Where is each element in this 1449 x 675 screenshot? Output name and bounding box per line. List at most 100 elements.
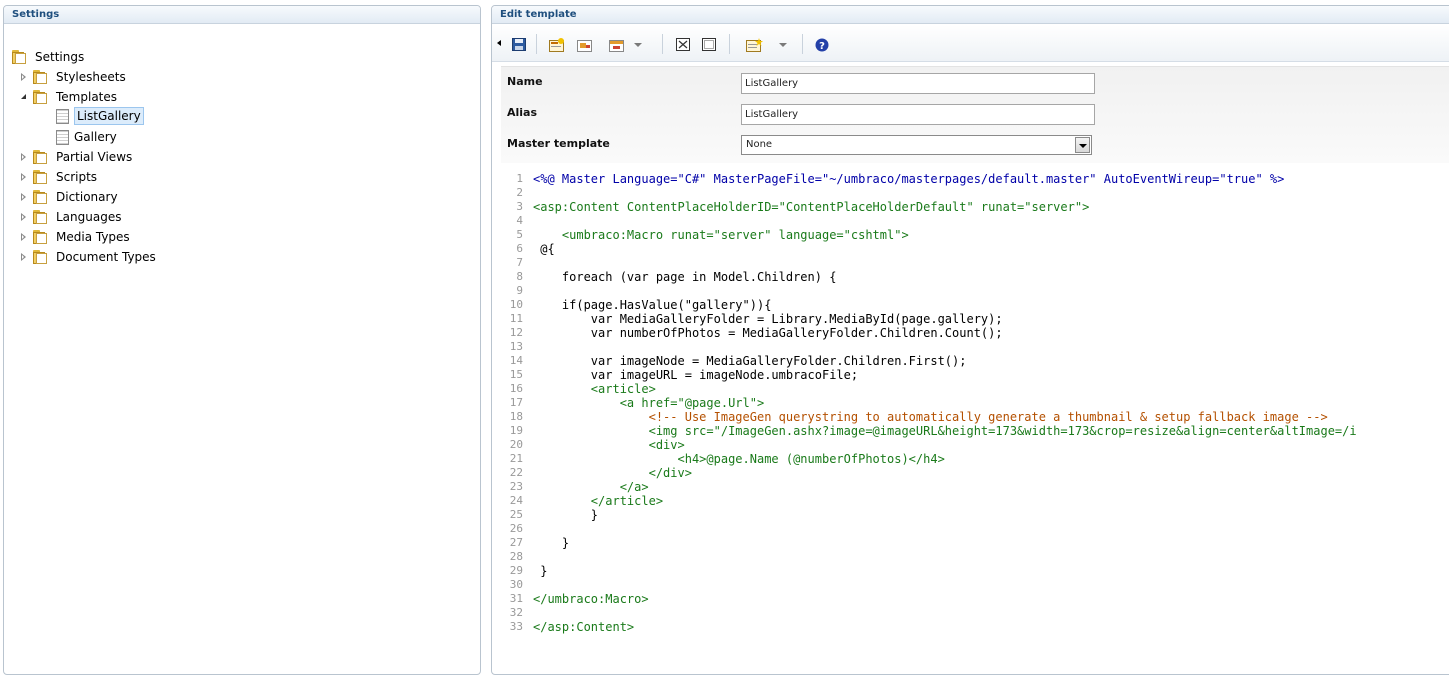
line-number: 22 (509, 466, 523, 479)
code-text: } (533, 536, 570, 550)
insert-snippet-icon[interactable] (746, 38, 763, 52)
editor-toolbar: ? (492, 25, 1449, 62)
code-text: <asp:Content ContentPlaceHolderID="Conte… (533, 200, 1090, 214)
save-icon[interactable] (512, 38, 526, 51)
collapse-arrow-icon[interactable] (21, 233, 26, 241)
chevron-down-icon[interactable] (1075, 137, 1090, 153)
settings-panel-title: Settings (4, 6, 480, 24)
insert-macro-icon[interactable] (577, 38, 592, 52)
collapse-arrow-icon[interactable] (21, 193, 26, 201)
line-number: 24 (509, 494, 523, 507)
template-icon (56, 130, 69, 145)
line-number: 10 (509, 298, 523, 311)
code-text: var MediaGalleryFolder = Library.MediaBy… (533, 312, 1003, 326)
master-template-label: Master template (507, 137, 610, 150)
tree-item-label: Gallery (74, 130, 117, 144)
code-text: var imageURL = imageNode.umbracoFile; (533, 368, 859, 382)
code-text: <h4>@page.Name (@numberOfPhotos)</h4> (533, 452, 945, 466)
tree-item-label: Languages (56, 210, 122, 224)
template-properties: Name ListGallery Alias ListGallery Maste… (501, 66, 1449, 163)
code-text: foreach (var page in Model.Children) { (533, 270, 837, 284)
line-number: 25 (509, 508, 523, 521)
line-number: 23 (509, 480, 523, 493)
code-text: </umbraco:Macro> (533, 592, 649, 606)
code-text: </a> (533, 480, 649, 494)
name-label: Name (507, 75, 543, 88)
insert-content-area-icon[interactable] (609, 38, 624, 52)
settings-panel: Settings Settings Stylesheets Templates Lis… (3, 5, 481, 675)
code-text: var imageNode = MediaGalleryFolder.Child… (533, 354, 967, 368)
line-number: 29 (509, 564, 523, 577)
collapse-arrow-icon[interactable] (21, 213, 26, 221)
line-number: 11 (509, 312, 523, 325)
tree-item-label: Settings (35, 50, 85, 64)
help-icon[interactable]: ? (815, 38, 829, 52)
alias-label: Alias (507, 106, 538, 119)
line-number: 6 (516, 242, 523, 255)
line-number: 19 (509, 424, 523, 437)
folder-icon (33, 190, 49, 204)
insert-field-icon[interactable] (549, 38, 564, 52)
line-number: 18 (509, 410, 523, 423)
tree-item-label: Stylesheets (56, 70, 126, 84)
line-number: 30 (509, 578, 523, 591)
tree-item-label: Media Types (56, 230, 130, 244)
folder-icon (33, 250, 49, 264)
line-number: 15 (509, 368, 523, 381)
collapse-arrow-icon[interactable] (497, 40, 501, 46)
line-number: 4 (516, 214, 523, 227)
line-number: 12 (509, 326, 523, 339)
master-template-value: None (746, 139, 773, 150)
collapse-arrow-icon[interactable] (21, 253, 26, 261)
folder-icon (33, 210, 49, 224)
collapse-arrow-icon[interactable] (21, 173, 26, 181)
content-area-dropdown-icon[interactable] (634, 43, 642, 47)
code-text: <a href="@page.Url"> (533, 396, 765, 410)
code-text: } (533, 564, 548, 578)
line-number: 2 (516, 186, 523, 199)
tree-item-label: Document Types (56, 250, 156, 264)
line-number: 1 (516, 172, 523, 185)
snippet-dropdown-icon[interactable] (779, 43, 787, 47)
line-number: 7 (516, 256, 523, 269)
expand-arrow-icon[interactable] (21, 94, 26, 99)
line-number: 16 (509, 382, 523, 395)
folder-icon (33, 70, 49, 84)
edit-template-panel: Edit template ? Name ListGallery Alias L… (491, 5, 1449, 675)
line-number: 17 (509, 396, 523, 409)
edit-template-title: Edit template (492, 6, 1449, 24)
alias-input[interactable]: ListGallery (741, 104, 1095, 125)
tree-item-label: Partial Views (56, 150, 133, 164)
line-number: 27 (509, 536, 523, 549)
tree-item-label: Scripts (56, 170, 98, 184)
folder-icon (33, 170, 49, 184)
insert-placeholder-icon[interactable] (676, 38, 690, 51)
code-text: <div> (533, 438, 685, 452)
folder-icon (12, 50, 28, 64)
line-number: 13 (509, 340, 523, 353)
code-text: <article> (533, 382, 656, 396)
template-icon (56, 109, 69, 124)
select-all-icon[interactable] (702, 38, 716, 51)
code-text: } (533, 508, 599, 522)
tree-item-label: Templates (56, 90, 118, 104)
folder-icon (33, 230, 49, 244)
line-number: 28 (509, 550, 523, 563)
collapse-arrow-icon[interactable] (21, 73, 26, 81)
code-text: <umbraco:Macro runat="server" language="… (533, 228, 909, 242)
code-text: <img src="/ImageGen.ashx?image=@imageURL… (533, 424, 1357, 438)
code-text: <!-- Use ImageGen querystring to automat… (533, 410, 1328, 424)
line-number: 31 (509, 592, 523, 605)
code-text: <%@ Master Language="C#" MasterPageFile=… (533, 172, 1285, 186)
master-template-select[interactable]: None (741, 135, 1092, 155)
name-input[interactable]: ListGallery (741, 73, 1095, 94)
code-text: var numberOfPhotos = MediaGalleryFolder.… (533, 326, 1003, 340)
line-number: 26 (509, 522, 523, 535)
collapse-arrow-icon[interactable] (21, 153, 26, 161)
tree-item-label: Dictionary (56, 190, 118, 204)
line-number: 21 (509, 452, 523, 465)
line-number: 32 (509, 606, 523, 619)
code-text: @{ (533, 242, 555, 256)
tree-item-label: ListGallery (74, 107, 144, 125)
code-text: </div> (533, 466, 692, 480)
